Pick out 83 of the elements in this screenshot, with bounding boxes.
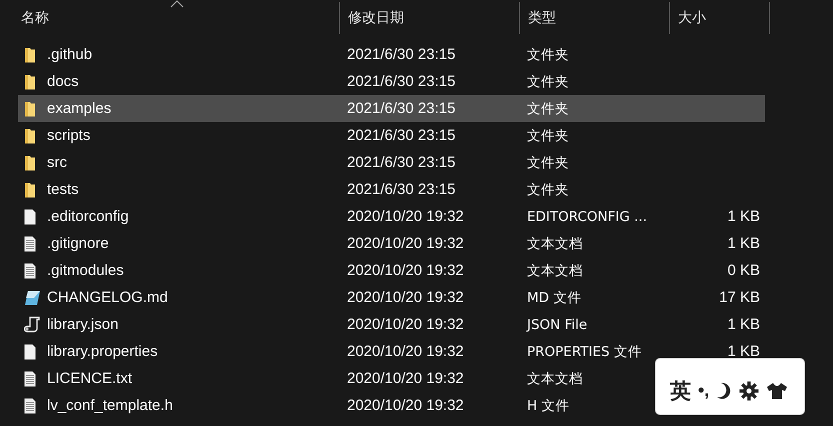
text-file-icon	[24, 398, 36, 414]
file-size: 1 KB	[727, 235, 760, 252]
file-size: 1 KB	[727, 343, 760, 360]
file-name: .gitignore	[47, 235, 109, 252]
file-type: 文件夹	[527, 128, 569, 144]
moon-icon[interactable]	[716, 382, 732, 400]
file-row[interactable]: .github 2021/6/30 23:15 文件夹	[18, 41, 765, 68]
file-type: 文本文档	[527, 236, 583, 252]
file-row[interactable]: .gitmodules 2020/10/20 19:32 文本文档 0 KB	[18, 257, 765, 284]
folder-icon	[24, 100, 36, 116]
file-type: 文件夹	[527, 100, 569, 116]
file-name: .gitmodules	[47, 262, 124, 279]
script-icon	[24, 316, 41, 333]
modified-date: 2021/6/30 23:15	[347, 181, 456, 198]
folder-icon	[24, 46, 36, 62]
file-name: docs	[47, 73, 79, 90]
file-size: 1 KB	[727, 316, 760, 333]
file-name: tests	[47, 181, 79, 198]
file-icon	[24, 208, 36, 224]
folder-icon	[24, 128, 36, 144]
file-type: 文件夹	[527, 46, 569, 62]
modified-date: 2021/6/30 23:15	[347, 46, 456, 63]
modified-date: 2020/10/20 19:32	[347, 343, 464, 360]
file-type: 文件夹	[527, 154, 569, 170]
file-type: 文本文档	[527, 262, 583, 278]
folder-icon	[24, 182, 36, 198]
settings-icon[interactable]	[739, 380, 760, 400]
column-header[interactable]: 修改日期	[340, 2, 520, 34]
file-name: .github	[47, 46, 92, 63]
file-name: CHANGELOG.md	[47, 289, 168, 306]
modified-date: 2021/6/30 23:15	[347, 100, 456, 117]
modified-date: 2020/10/20 19:32	[347, 208, 464, 225]
folder-icon	[24, 154, 36, 170]
file-row[interactable]: scripts 2021/6/30 23:15 文件夹	[18, 122, 765, 149]
file-row[interactable]: docs 2021/6/30 23:15 文件夹	[18, 68, 765, 95]
file-size: 0 KB	[727, 262, 760, 279]
text-file-icon	[24, 262, 36, 278]
modified-date: 2020/10/20 19:32	[347, 316, 464, 333]
input-mode-toggle[interactable]: 英	[670, 376, 691, 404]
column-header[interactable]: 名称	[0, 2, 340, 34]
file-row[interactable]: tests 2021/6/30 23:15 文件夹	[18, 176, 765, 203]
text-file-icon	[24, 370, 36, 386]
file-row[interactable]: .editorconfig 2020/10/20 19:32 EDITORCONFIG ... 1 KB	[18, 203, 765, 230]
file-row[interactable]: library.json 2020/10/20 19:32 JSON File 1 KB	[18, 311, 765, 338]
modified-date: 2020/10/20 19:32	[347, 397, 464, 414]
file-name: library.properties	[47, 343, 158, 360]
text-file-icon	[24, 236, 36, 252]
column-header[interactable]: 类型	[520, 2, 670, 34]
modified-date: 2021/6/30 23:15	[347, 154, 456, 171]
punctuation-toggle[interactable]: •,	[698, 380, 710, 401]
file-type: MD 文件	[527, 290, 582, 306]
file-name: LICENCE.txt	[47, 370, 132, 387]
shirt-icon[interactable]	[766, 382, 788, 400]
file-type: 文本文档	[527, 370, 583, 386]
file-size: 17 KB	[719, 289, 760, 306]
file-type: EDITORCONFIG ...	[527, 208, 648, 224]
modified-date: 2020/10/20 19:32	[347, 262, 464, 279]
file-size: 1 KB	[727, 208, 760, 225]
file-name: scripts	[47, 127, 90, 144]
file-row[interactable]: .gitignore 2020/10/20 19:32 文本文档 1 KB	[18, 230, 765, 257]
file-icon	[24, 344, 36, 360]
file-name: library.json	[47, 316, 118, 333]
file-name: examples	[47, 100, 112, 117]
file-row[interactable]: src 2021/6/30 23:15 文件夹	[18, 149, 765, 176]
modified-date: 2021/6/30 23:15	[347, 127, 456, 144]
file-name: src	[47, 154, 67, 171]
file-type: H 文件	[527, 398, 570, 414]
folder-icon	[24, 74, 36, 90]
file-row[interactable]: CHANGELOG.md 2020/10/20 19:32 MD 文件 17 KB	[18, 284, 765, 311]
file-type: JSON File	[527, 316, 588, 332]
notepad-icon	[24, 290, 41, 306]
file-type: PROPERTIES 文件	[527, 344, 642, 360]
modified-date: 2020/10/20 19:32	[347, 370, 464, 387]
file-type: 文件夹	[527, 182, 569, 198]
file-type: 文件夹	[527, 74, 569, 90]
modified-date: 2020/10/20 19:32	[347, 289, 464, 306]
file-name: .editorconfig	[47, 208, 129, 225]
column-header[interactable]: 大小	[670, 2, 770, 34]
modified-date: 2021/6/30 23:15	[347, 73, 456, 90]
file-row[interactable]: library.properties 2020/10/20 19:32 PROPERTIES 文件 1 KB	[18, 338, 765, 365]
file-name: lv_conf_template.h	[47, 397, 173, 414]
file-row[interactable]: examples 2021/6/30 23:15 文件夹	[18, 95, 765, 122]
modified-date: 2020/10/20 19:32	[347, 235, 464, 252]
